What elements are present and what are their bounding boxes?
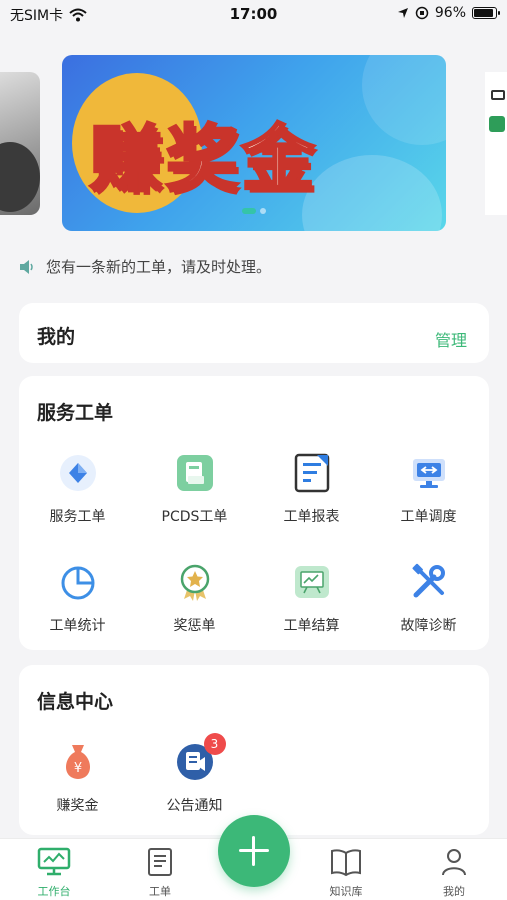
tab-label: 工作台 [37,885,71,898]
pcds-icon [174,452,216,494]
banner-dot [242,208,256,214]
banner-prev-peek[interactable] [0,72,40,215]
grid-item-earn-bonus[interactable]: ¥ 赚奖金 [19,741,136,815]
battery-percent: 96% [434,5,466,21]
grid-item-label: 工单报表 [283,509,340,525]
notice-text: 您有一条新的工单，请及时处理。 [46,258,272,276]
battery-icon [472,7,500,19]
grid-item-label: 赚奖金 [56,798,99,814]
award-medal-icon [174,561,216,603]
manage-button[interactable]: 管理 [435,327,467,351]
notification-badge: 3 [203,733,226,755]
grid-item-order-statistics[interactable]: 工单统计 [19,561,136,635]
status-right: 96% [397,5,500,21]
plus-icon[interactable] [218,815,290,887]
announcement-icon: 3 [174,733,226,783]
service-card-title: 服务工单 [37,402,114,424]
my-card: 我的 管理 [19,303,489,363]
my-card-title: 我的 [37,326,76,348]
tab-label: 知识库 [329,885,363,898]
service-card: 服务工单 服务工单 PCDS工单 工单报表 工单调度 工单统计 奖惩单 工单结算… [19,376,489,650]
grid-item-fault-diagnosis[interactable]: 故障诊断 [370,561,487,635]
svg-text:¥: ¥ [73,761,81,776]
tab-knowledge-base[interactable]: 知识库 [306,847,386,899]
grid-item-label: 工单统计 [49,618,106,634]
tab-label: 我的 [443,885,465,898]
grid-item-order-dispatch[interactable]: 工单调度 [370,452,487,526]
grid-item-label: 奖惩单 [173,618,216,634]
banner-title: 赚奖金 [88,116,319,203]
report-icon [291,452,333,494]
banner-dot [260,208,266,214]
tab-workbench[interactable]: 工作台 [14,847,94,899]
speaker-icon [20,259,33,274]
grid-item-service-order[interactable]: 服务工单 [19,452,136,526]
tab-label: 工单 [149,885,171,898]
grid-item-order-settlement[interactable]: 工单结算 [253,561,370,635]
banner-next-peek[interactable] [485,72,507,215]
grid-item-label: 公告通知 [166,798,223,814]
info-center-card: 信息中心 ¥ 赚奖金 3 公告通知 [19,665,489,835]
grid-item-label: 故障诊断 [400,618,457,634]
grid-item-order-report[interactable]: 工单报表 [253,452,370,526]
grid-item-label: 服务工单 [49,509,106,525]
status-bar: 无SIM卡 17:00 96% [0,0,507,28]
diamond-icon [57,452,99,494]
settlement-board-icon [291,561,333,603]
tab-mine[interactable]: 我的 [414,847,494,899]
info-center-title: 信息中心 [37,691,114,713]
orientation-lock-icon [415,6,429,20]
pie-chart-icon [57,561,99,603]
grid-item-announcement[interactable]: 3 公告通知 [136,733,253,815]
grid-item-label: PCDS工单 [161,509,228,525]
notice-bar[interactable]: 您有一条新的工单，请及时处理。 [18,256,271,277]
banner-pagination [242,208,266,214]
grid-item-label: 工单调度 [400,509,457,525]
money-bag-icon: ¥ [57,741,99,783]
book-icon [331,849,361,877]
grid-item-label: 工单结算 [283,618,340,634]
location-arrow-icon [397,8,408,18]
monitor-icon [37,847,71,876]
tab-orders[interactable]: 工单 [120,847,200,899]
user-icon [442,849,466,876]
wrench-screwdriver-icon [408,561,450,603]
dispatch-monitor-icon [408,452,450,494]
document-icon [148,848,172,876]
banner-slide[interactable]: 赚奖金 [62,55,446,231]
grid-item-pcds-order[interactable]: PCDS工单 [136,452,253,526]
grid-item-reward-penalty[interactable]: 奖惩单 [136,561,253,635]
